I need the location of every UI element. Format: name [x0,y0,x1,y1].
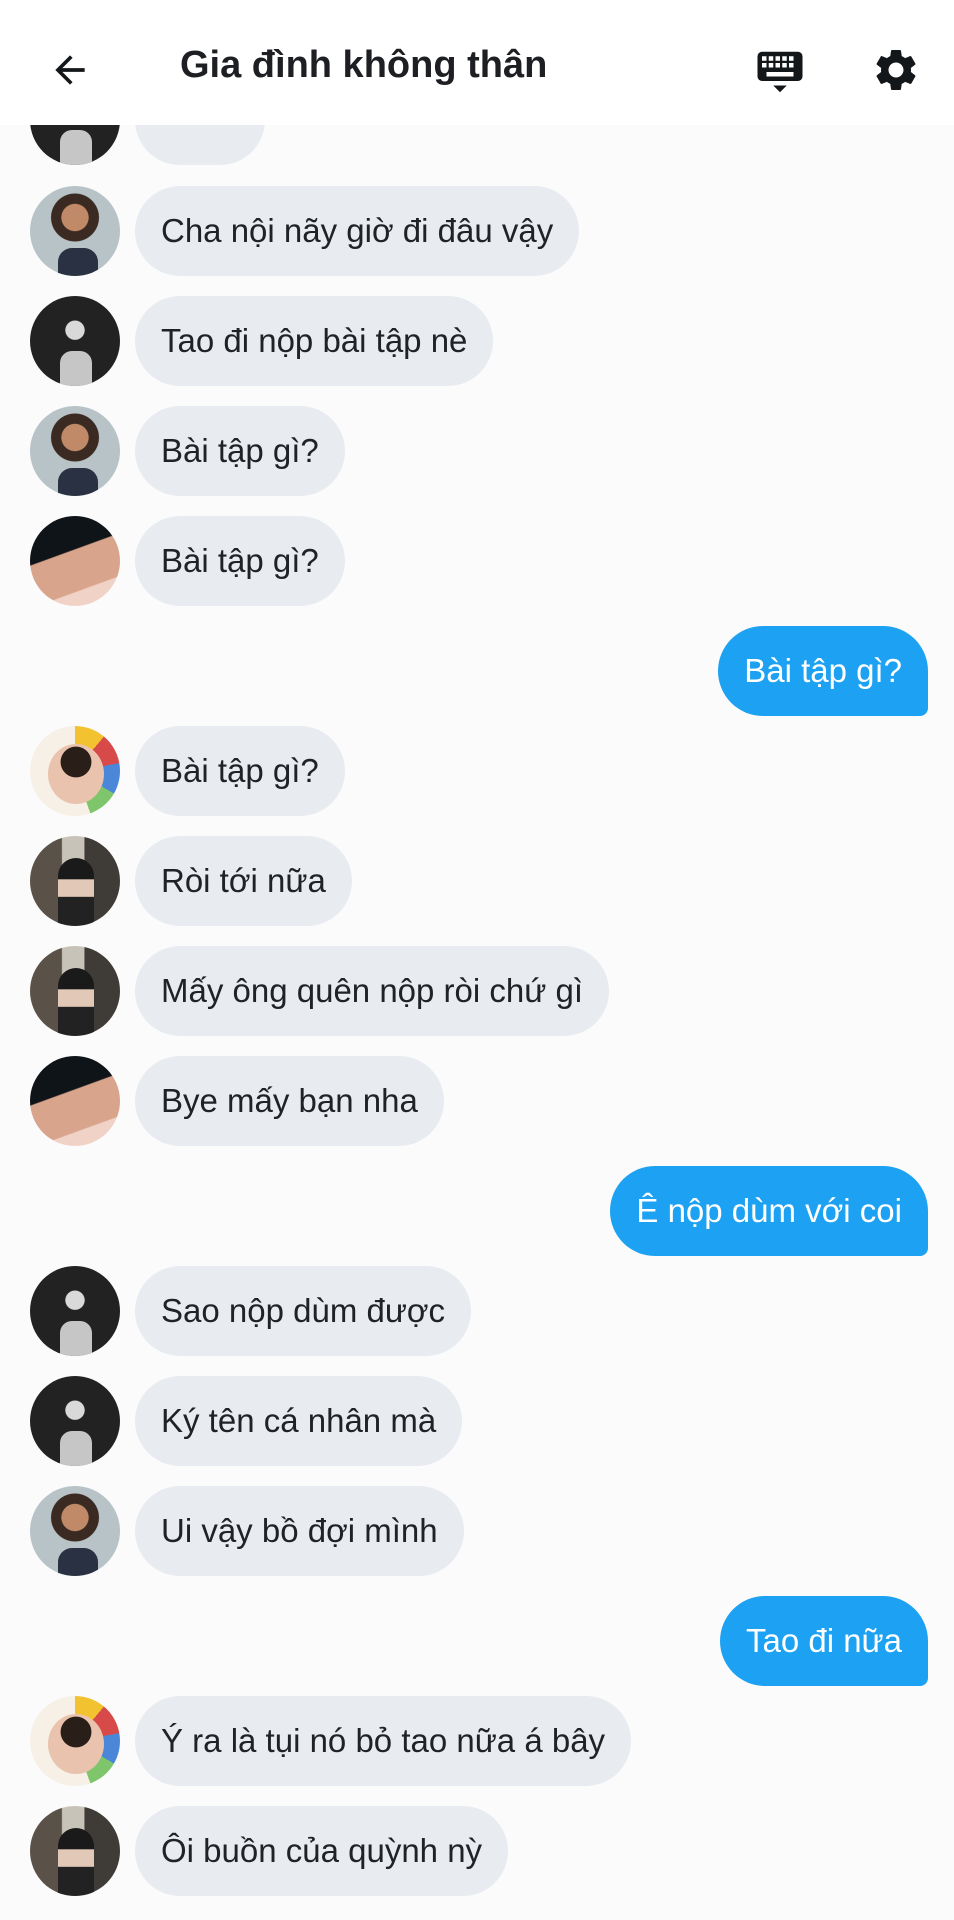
avatar[interactable] [30,296,120,386]
message-item: Ý ra là tụi nó bỏ tao nữa á bây [0,1696,954,1786]
message-bubble[interactable]: Sao nộp dùm được [135,1266,472,1356]
message-bubble[interactable]: Ôi buồn của quỳnh nỳ [135,1806,509,1896]
avatar[interactable] [30,726,120,816]
chat-header: Gia đình không thân [0,0,954,125]
keyboard-icon [757,51,803,93]
message-item: Sao nộp dùm được [0,1266,954,1356]
avatar[interactable] [30,1486,120,1576]
gear-icon [876,49,916,90]
avatar[interactable] [30,1806,120,1896]
back-button[interactable] [40,40,100,100]
message-item-outgoing: Ê nộp dùm với coi [0,1166,954,1256]
message-bubble[interactable]: Tao đi nộp bài tập nè [135,296,494,386]
avatar[interactable] [30,516,120,606]
avatar[interactable] [30,946,120,1036]
message-item-outgoing: Tao đi nữa [0,1596,954,1686]
message-bubble[interactable]: Bài tập gì? [135,406,345,496]
message-bubble[interactable]: Ý ra là tụi nó bỏ tao nữa á bây [135,1696,632,1786]
message-bubble-outgoing[interactable]: Ê nộp dùm với coi [610,1166,928,1256]
avatar[interactable] [30,1266,120,1356]
message-item: Ui vậy bồ đợi mình [0,1486,954,1576]
arrow-left-icon [55,55,85,85]
avatar[interactable] [30,1696,120,1786]
message-item-outgoing: Bài tập gì? [0,626,954,716]
message-item: Ròi tới nữa [0,836,954,926]
message-bubble[interactable]: Bài tập gì? [135,516,345,606]
message-bubble[interactable]: Bye mấy bạn nha [135,1056,444,1146]
settings-button[interactable] [866,40,926,100]
message-item: Bài tập gì? [0,406,954,496]
message-item: Bài tập gì? [0,726,954,816]
message-bubble-outgoing[interactable]: Bài tập gì? [718,626,928,716]
avatar[interactable] [30,836,120,926]
message-item: Bye mấy bạn nha [0,1056,954,1146]
message-item: Tao đi nộp bài tập nè [0,296,954,386]
message-item: Cha nội nãy giờ đi đâu vậy [0,186,954,276]
avatar[interactable] [30,1376,120,1466]
message-item: Mấy ông quên nộp ròi chứ gì [0,946,954,1036]
keyboard-button[interactable] [748,40,812,104]
avatar[interactable] [30,406,120,496]
message-bubble-outgoing[interactable]: Tao đi nữa [719,1596,928,1686]
message-bubble[interactable]: Ký tên cá nhân mà [135,1376,463,1466]
message-bubble[interactable]: Ròi tới nữa [135,836,352,926]
message-bubble[interactable]: Mấy ông quên nộp ròi chứ gì [135,946,610,1036]
avatar[interactable] [30,1056,120,1146]
message-bubble[interactable]: Bài tập gì? [135,726,345,816]
message-bubble[interactable]: Ui vậy bồ đợi mình [135,1486,464,1576]
message-item: Ký tên cá nhân mà [0,1376,954,1466]
message-item: Ôi buồn của quỳnh nỳ [0,1806,954,1896]
message-bubble[interactable]: Cha nội nãy giờ đi đâu vậy [135,186,580,276]
message-item: Bài tập gì? [0,516,954,606]
conversation-title: Gia đình không thân [180,44,548,86]
avatar[interactable] [30,186,120,276]
chat-screen: Gia đình không thân Cha nội nãy giờ đi đ… [0,0,954,1920]
